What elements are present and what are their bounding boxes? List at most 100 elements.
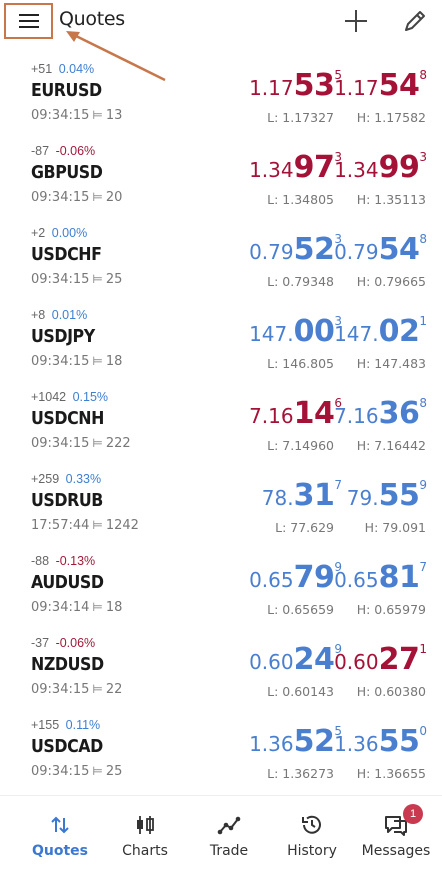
- nav-label: Quotes: [31, 843, 88, 859]
- charts-icon: [130, 810, 160, 840]
- quote-time: 09:34:15: [31, 272, 90, 287]
- high-price: H: 79.091: [364, 520, 426, 535]
- bid-price[interactable]: 1.17535: [249, 68, 342, 103]
- bid-price-big: 00: [293, 314, 335, 349]
- change-percent: -0.06%: [55, 636, 96, 650]
- ask-price[interactable]: 1.36550: [334, 724, 427, 759]
- low-price: L: 0.65659: [267, 602, 334, 617]
- spread-value: 18: [105, 600, 123, 615]
- quote-time: 09:34:15: [31, 764, 90, 779]
- high-price: H: 1.17582: [356, 110, 426, 125]
- quote-meta: 09:34:15 ⊨ 18: [31, 354, 122, 369]
- change-points: -37: [31, 636, 50, 650]
- ask-price[interactable]: 0.60271: [334, 642, 427, 677]
- bid-price-small: 0.79: [249, 240, 294, 264]
- ask-price-small: 79.: [346, 486, 379, 510]
- low-price: L: 77.629: [275, 520, 334, 535]
- high-price: H: 7.16442: [356, 438, 426, 453]
- edit-button[interactable]: [400, 6, 430, 36]
- low-price: L: 0.79348: [267, 274, 334, 289]
- quote-row[interactable]: +2 0.00% USDCHF 09:34:15 ⊨ 25 0.79523 0.79…: [0, 218, 442, 300]
- low-price: L: 146.805: [267, 356, 334, 371]
- quote-time: 09:34:15: [31, 436, 90, 451]
- menu-button[interactable]: [4, 3, 53, 39]
- bid-price[interactable]: 78.317: [261, 478, 342, 513]
- spread-icon: ⊨: [92, 436, 103, 450]
- spread-icon: ⊨: [92, 682, 103, 696]
- change-info: -88 -0.13%: [31, 554, 95, 568]
- change-percent: 0.33%: [65, 472, 102, 486]
- nav-quotes[interactable]: Quotes: [16, 796, 104, 870]
- high-price: H: 1.36655: [356, 766, 426, 781]
- ask-price[interactable]: 0.65817: [334, 560, 427, 595]
- symbol-name: EURUSD: [31, 80, 102, 101]
- quote-time: 09:34:15: [31, 354, 90, 369]
- spread-icon: ⊨: [92, 272, 103, 286]
- ask-price-pip: 8: [419, 68, 427, 82]
- quote-row[interactable]: -88 -0.13% AUDUSD 09:34:14 ⊨ 18 0.65799 0.…: [0, 546, 442, 628]
- bid-price-big: 79: [293, 560, 335, 595]
- change-percent: 0.15%: [72, 390, 109, 404]
- quote-row[interactable]: +155 0.11% USDCAD 09:34:15 ⊨ 25 1.36525 1.…: [0, 710, 442, 792]
- pencil-icon: [405, 11, 425, 31]
- quote-row[interactable]: -87 -0.06% GBPUSD 09:34:15 ⊨ 20 1.34973 1.…: [0, 136, 442, 218]
- change-points: +155: [31, 718, 60, 732]
- bid-price-big: 14: [293, 396, 335, 431]
- bid-price-big: 31: [293, 478, 335, 513]
- page-title: Quotes: [59, 8, 125, 30]
- symbol-name: USDRUB: [31, 490, 103, 511]
- ask-price-small: 0.65: [334, 568, 379, 592]
- change-points: +2: [31, 226, 46, 240]
- bid-price[interactable]: 1.34973: [249, 150, 342, 185]
- bid-price[interactable]: 7.16146: [249, 396, 342, 431]
- quote-row[interactable]: +8 0.01% USDJPY 09:34:15 ⊨ 18 147.003 147.…: [0, 300, 442, 382]
- spread-icon: ⊨: [92, 354, 103, 368]
- quote-row[interactable]: +1042 0.15% USDCNH 09:34:15 ⊨ 222 7.16146 …: [0, 382, 442, 464]
- ask-price-small: 7.16: [334, 404, 379, 428]
- change-info: +51 0.04%: [31, 62, 94, 76]
- ask-price-pip: 8: [419, 232, 427, 246]
- quote-meta: 17:57:44 ⊨ 1242: [31, 518, 139, 533]
- spread-value: 1242: [105, 518, 139, 533]
- nav-trade[interactable]: Trade: [185, 796, 273, 870]
- ask-price-big: 55: [378, 724, 420, 759]
- change-info: +8 0.01%: [31, 308, 87, 322]
- bid-price[interactable]: 0.60249: [249, 642, 342, 677]
- messages-badge: 1: [403, 804, 423, 824]
- bid-price[interactable]: 1.36525: [249, 724, 342, 759]
- ask-price-big: 54: [378, 232, 420, 267]
- ask-price[interactable]: 7.16368: [334, 396, 427, 431]
- quote-row[interactable]: -37 -0.06% NZDUSD 09:34:15 ⊨ 22 0.60249 0.…: [0, 628, 442, 710]
- nav-label: Trade: [209, 843, 249, 859]
- change-percent: -0.06%: [55, 144, 96, 158]
- high-price: H: 0.65979: [356, 602, 426, 617]
- quote-row[interactable]: +259 0.33% USDRUB 17:57:44 ⊨ 1242 78.317 7…: [0, 464, 442, 546]
- spread-icon: ⊨: [92, 108, 103, 122]
- ask-price[interactable]: 79.559: [346, 478, 427, 513]
- nav-history[interactable]: History: [268, 796, 356, 870]
- spread-value: 18: [105, 354, 123, 369]
- quote-time: 17:57:44: [31, 518, 90, 533]
- bid-price[interactable]: 0.65799: [249, 560, 342, 595]
- quote-meta: 09:34:15 ⊨ 222: [31, 436, 131, 451]
- add-symbol-button[interactable]: [341, 6, 371, 36]
- ask-price[interactable]: 147.021: [334, 314, 427, 349]
- ask-price[interactable]: 1.17548: [334, 68, 427, 103]
- low-price: L: 1.17327: [267, 110, 334, 125]
- ask-price[interactable]: 1.34993: [334, 150, 427, 185]
- quote-row[interactable]: +51 0.04% EURUSD 09:34:15 ⊨ 13 1.17535 1.1…: [0, 54, 442, 136]
- bid-price-small: 78.: [261, 486, 294, 510]
- bid-price[interactable]: 147.003: [249, 314, 342, 349]
- nav-charts[interactable]: Charts: [101, 796, 189, 870]
- top-bar: Quotes: [0, 0, 442, 44]
- ask-price-big: 81: [378, 560, 420, 595]
- quote-meta: 09:34:15 ⊨ 22: [31, 682, 122, 697]
- ask-price-pip: 9: [419, 478, 427, 492]
- change-points: +259: [31, 472, 60, 486]
- ask-price[interactable]: 0.79548: [334, 232, 427, 267]
- bid-price[interactable]: 0.79523: [249, 232, 342, 267]
- nav-messages[interactable]: 1 Messages: [352, 796, 440, 870]
- high-price: H: 0.79665: [356, 274, 426, 289]
- change-info: +2 0.00%: [31, 226, 87, 240]
- bottom-navigation: Quotes Charts Trade History 1 Messages: [0, 795, 442, 870]
